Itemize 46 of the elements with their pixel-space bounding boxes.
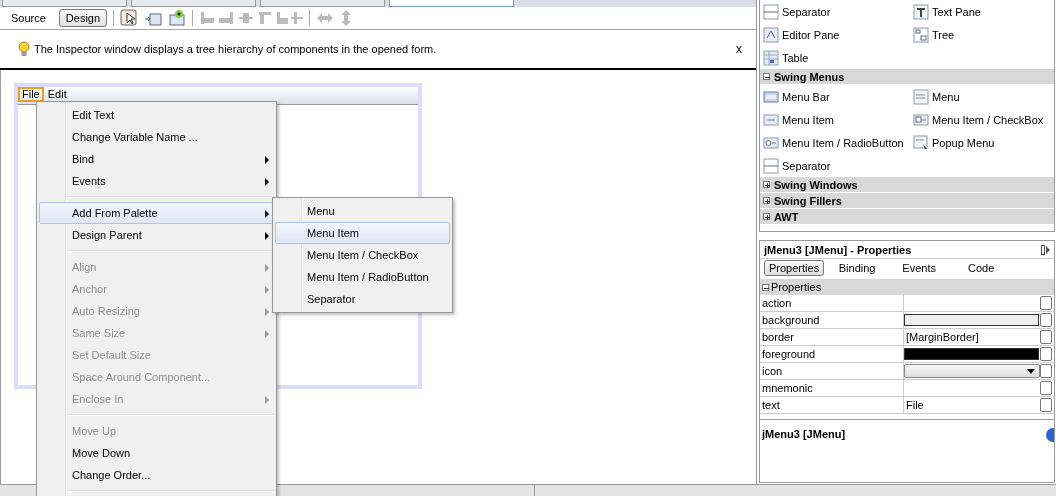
palette-category[interactable]: Swing Menus: [760, 69, 1054, 84]
properties-tab[interactable]: Events: [890, 260, 949, 276]
palette-item[interactable]: Text Pane: [910, 0, 1054, 23]
palette-item[interactable]: Table: [760, 46, 910, 69]
palette-item[interactable]: Menu Item: [760, 108, 910, 131]
close-button[interactable]: x: [736, 42, 742, 56]
form-menu[interactable]: Edit: [43, 87, 71, 102]
context-menu-item[interactable]: Bind: [39, 148, 274, 170]
properties-tab[interactable]: Properties: [764, 260, 825, 276]
palette-category[interactable]: AWT: [760, 209, 1054, 224]
property-name: mnemonic: [760, 380, 904, 396]
panel-title: jMenu3 [JMenu] - Properties: [764, 243, 912, 256]
context-menu-item[interactable]: Events: [39, 170, 274, 192]
palette-item[interactable]: Menu Bar: [760, 85, 910, 108]
property-name: action: [760, 295, 904, 311]
palette-item[interactable]: Editor Pane: [760, 23, 910, 46]
info-message: The Inspector window displays a tree hierarchy of components in the opened form.: [34, 43, 438, 55]
palette-item[interactable]: Tree: [910, 23, 1054, 46]
property-value[interactable]: [MarginBorder]: [904, 331, 1040, 343]
palette-item[interactable]: Menu: [910, 85, 1054, 108]
context-menu-item[interactable]: Edit Text: [39, 104, 274, 126]
section-header[interactable]: Properties: [771, 281, 822, 293]
context-menu-item[interactable]: Change Order...: [39, 464, 274, 486]
submenu-item[interactable]: Menu Item / RadioButton: [275, 266, 450, 288]
palette-category[interactable]: Swing Fillers: [760, 193, 1054, 208]
submenu-item[interactable]: Menu Item / CheckBox: [275, 244, 450, 266]
selected-component: jMenu3 [JMenu]: [762, 428, 846, 442]
palette-item[interactable]: Separator: [760, 0, 910, 23]
view-toggle-button[interactable]: Source: [4, 9, 53, 27]
palette-item[interactable]: Menu Item / RadioButton: [760, 131, 910, 154]
view-toggle-button[interactable]: Design: [58, 9, 108, 27]
context-menu-item[interactable]: Change Variable Name ...: [39, 126, 274, 148]
palette-category[interactable]: Swing Windows: [760, 177, 1054, 192]
palette-item[interactable]: Separator: [760, 154, 910, 177]
submenu-item[interactable]: Separator: [275, 288, 450, 310]
property-name: text: [760, 397, 904, 413]
property-name: border: [760, 329, 904, 345]
property-value[interactable]: File: [904, 399, 1040, 411]
submenu-item[interactable]: Menu: [275, 200, 450, 222]
context-menu-item[interactable]: Move Down: [39, 442, 274, 464]
properties-tab[interactable]: Code: [952, 260, 1011, 276]
palette-item[interactable]: Popup Menu: [910, 131, 1054, 154]
submenu-item[interactable]: Menu Item: [275, 222, 450, 244]
context-menu-item[interactable]: Add From Palette: [39, 202, 274, 224]
palette-item[interactable]: Menu Item / CheckBox: [910, 108, 1054, 131]
properties-tab[interactable]: Binding: [828, 260, 887, 276]
